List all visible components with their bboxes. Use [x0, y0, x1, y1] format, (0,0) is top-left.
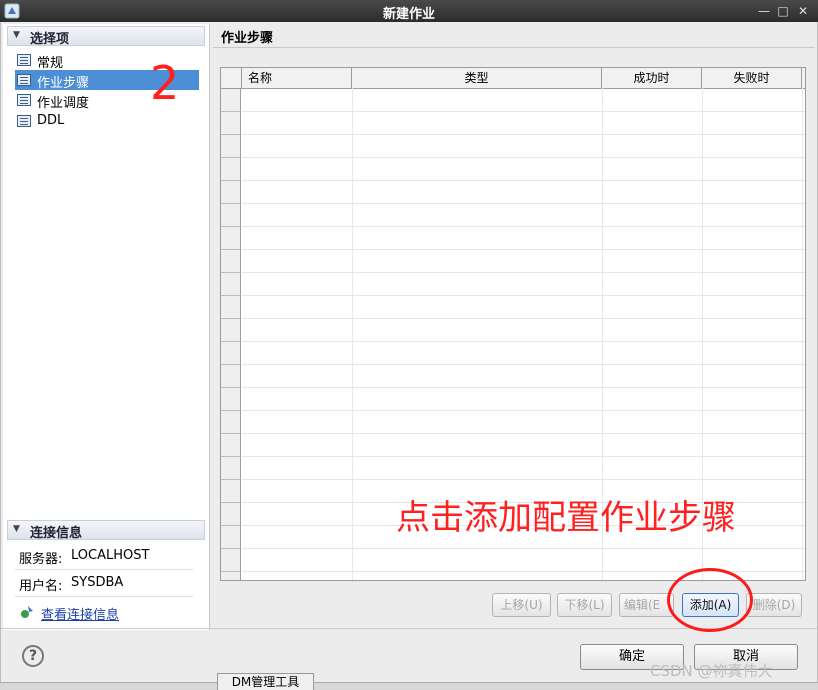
edit-button[interactable]: 编辑(E — [619, 593, 674, 617]
nav-item-ddl[interactable]: DDL — [15, 111, 199, 131]
row-header-cell[interactable] — [221, 365, 241, 388]
row-gridline — [241, 548, 805, 549]
row-header-cell[interactable] — [221, 549, 241, 572]
page-icon — [17, 94, 31, 106]
options-header-label: 选择项 — [30, 32, 70, 47]
nav-item-label: 作业调度 — [37, 96, 90, 111]
move-down-button[interactable]: 下移(L) — [557, 593, 612, 617]
minimize-icon[interactable]: — — [756, 3, 772, 19]
connection-info-icon — [21, 606, 33, 618]
move-up-button[interactable]: 上移(U) — [492, 593, 551, 617]
page-title: 作业步骤 — [221, 31, 274, 46]
nav-item-label: DDL — [37, 113, 65, 128]
row-header-cell[interactable] — [221, 158, 241, 181]
row-gridline — [241, 134, 805, 135]
column-divider — [352, 88, 353, 580]
row-header-cell[interactable] — [221, 388, 241, 411]
row-header-cell[interactable] — [221, 457, 241, 480]
row-header-cell[interactable] — [221, 273, 241, 296]
maximize-icon[interactable]: □ — [775, 3, 791, 19]
row-gridline — [241, 341, 805, 342]
page-icon — [17, 74, 31, 86]
row-header-cell[interactable] — [221, 181, 241, 204]
row-gridline — [241, 180, 805, 181]
collapse-caret-icon[interactable]: ▼ — [13, 30, 20, 40]
row-header-cell[interactable] — [221, 112, 241, 135]
row-header-cell[interactable] — [221, 434, 241, 457]
server-value: LOCALHOST — [71, 548, 150, 563]
page-icon — [17, 115, 31, 127]
taskbar-tab[interactable]: DM管理工具 — [217, 673, 314, 690]
row-gridline — [241, 249, 805, 250]
options-pane: ▼ 选择项 常规 作业步骤 作业调度 DDL ▼ 连接信息 服务器: LOCAL… — [3, 24, 210, 630]
column-header-success[interactable]: 成功时 — [602, 68, 702, 88]
row-header-cell[interactable] — [221, 89, 241, 112]
window-titlebar[interactable]: 新建作业 — □ ✕ — [0, 0, 818, 22]
row-gridline — [241, 272, 805, 273]
row-gridline — [241, 433, 805, 434]
annotation-circle — [667, 568, 753, 632]
row-gridline — [241, 318, 805, 319]
user-value: SYSDBA — [71, 575, 124, 590]
row-gridline — [241, 387, 805, 388]
row-header-cell[interactable] — [221, 227, 241, 250]
column-header-type[interactable]: 类型 — [352, 68, 602, 88]
row-gridline — [241, 479, 805, 480]
row-header-cell[interactable] — [221, 319, 241, 342]
collapse-caret-icon[interactable]: ▼ — [13, 524, 20, 534]
user-label: 用户名: — [19, 579, 63, 594]
row-gridline — [241, 157, 805, 158]
column-header-name[interactable]: 名称 — [242, 68, 352, 88]
delete-button[interactable]: 删除(D) — [746, 593, 802, 617]
nav-item-label: 常规 — [37, 56, 64, 71]
connection-header[interactable]: ▼ 连接信息 — [7, 520, 205, 541]
close-icon[interactable]: ✕ — [795, 3, 811, 19]
view-connection-label[interactable]: 查看连接信息 — [41, 604, 119, 623]
column-divider — [802, 88, 803, 580]
row-gridline — [241, 203, 805, 204]
view-connection-link[interactable]: 查看连接信息 — [19, 602, 199, 623]
row-gridline — [241, 226, 805, 227]
page-icon — [17, 54, 31, 66]
nav-item-label: 作业步骤 — [37, 76, 90, 91]
window-title: 新建作业 — [382, 7, 435, 22]
row-header-cell[interactable] — [221, 503, 241, 526]
job-steps-page: 作业步骤 名称 类型 成功时 失败时 上移(U) 下移(L) 编辑(E 添加(A… — [213, 24, 815, 630]
connection-header-label: 连接信息 — [30, 526, 83, 541]
server-label: 服务器: — [19, 552, 63, 567]
row-gridline — [241, 410, 805, 411]
row-header-cell[interactable] — [221, 342, 241, 365]
server-row: 服务器: LOCALHOST — [15, 543, 193, 570]
watermark: CSDN @祢真伟大 — [650, 662, 773, 680]
help-icon[interactable]: ? — [22, 645, 44, 667]
annotation-instruction: 点击添加配置作业步骤 — [396, 498, 736, 538]
row-gridline — [241, 111, 805, 112]
row-header-cell[interactable] — [221, 572, 241, 580]
row-header-cell[interactable] — [221, 296, 241, 319]
corner-cell — [221, 68, 242, 88]
row-header-cell[interactable] — [221, 135, 241, 158]
row-header-cell[interactable] — [221, 204, 241, 227]
row-header-cell[interactable] — [221, 480, 241, 503]
row-gridline — [241, 456, 805, 457]
row-header-cell[interactable] — [221, 411, 241, 434]
title-divider — [213, 47, 815, 48]
annotation-step-number: 2 — [150, 56, 180, 110]
row-header-cell[interactable] — [221, 250, 241, 273]
row-gridline — [241, 295, 805, 296]
options-header[interactable]: ▼ 选择项 — [7, 26, 205, 47]
row-gridline — [241, 364, 805, 365]
column-header-failure[interactable]: 失败时 — [702, 68, 802, 88]
table-header: 名称 类型 成功时 失败时 — [221, 68, 805, 89]
user-row: 用户名: SYSDBA — [15, 570, 193, 597]
row-header-cell[interactable] — [221, 526, 241, 549]
